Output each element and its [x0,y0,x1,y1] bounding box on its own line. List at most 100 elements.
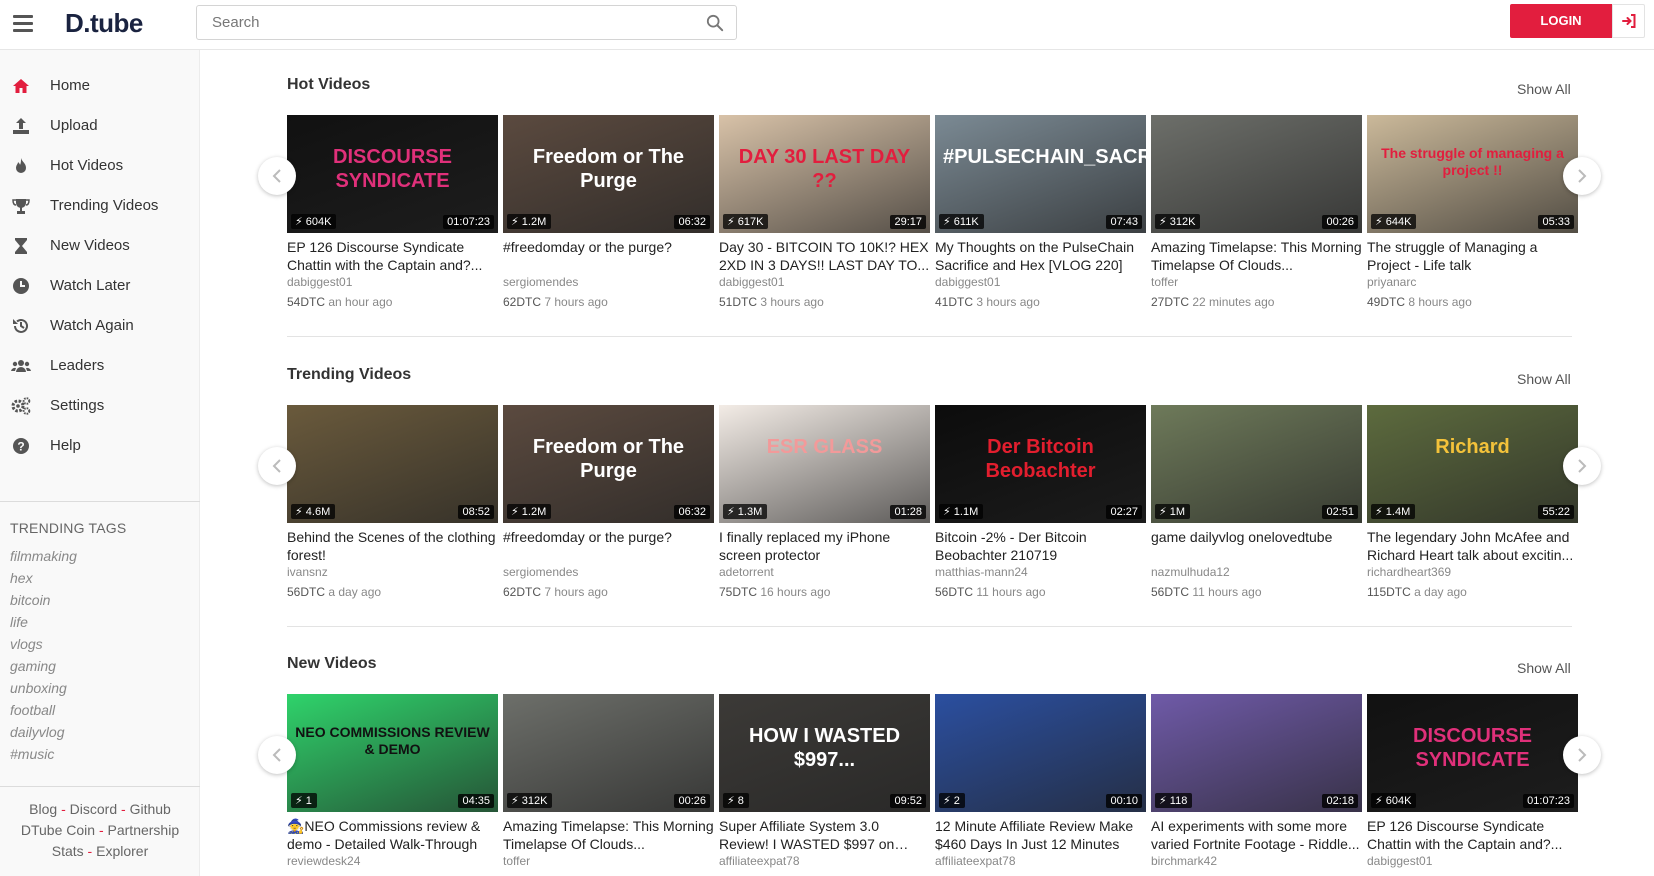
github-link[interactable]: Github [130,801,171,817]
video-author[interactable]: sergiomendes [503,275,714,289]
video-thumbnail[interactable]: #PULSECHAIN_SACRIFICE ⚡ 611K 07:43 [935,115,1146,233]
login-button[interactable]: LOGIN [1510,4,1612,38]
video-title[interactable]: 12 Minute Affiliate Review Make $460 Day… [935,817,1146,853]
video-card[interactable]: Richard ⚡ 1.4M 55:22 The legendary John McA… [1367,405,1578,599]
video-title[interactable]: AI experiments with some more varied For… [1151,817,1362,853]
sidebar-item-settings[interactable]: Settings [0,386,200,426]
tag-link[interactable]: life [10,614,28,630]
video-title[interactable]: I finally replaced my iPhone screen prot… [719,528,930,564]
video-card[interactable]: ⚡ 4.6M 08:52 Behind the Scenes of the clot… [287,405,498,599]
video-author[interactable]: matthias-mann24 [935,565,1146,579]
video-author[interactable]: birchmark42 [1151,854,1362,868]
video-card[interactable]: NEO COMMISSIONS REVIEW & DEMO ⚡ 1 04:35 🧙NE… [287,694,498,868]
search-icon[interactable] [706,14,724,32]
video-thumbnail[interactable]: ⚡ 118 02:18 [1151,694,1362,812]
show-all-button[interactable]: Show All [1517,81,1571,97]
sidebar-item-leaders[interactable]: Leaders [0,346,200,386]
video-thumbnail[interactable]: Freedom or The Purge ⚡ 1.2M 06:32 [503,115,714,233]
video-title[interactable]: game dailyvlog onelovedtube [1151,528,1362,564]
video-author[interactable]: dabiggest01 [287,275,498,289]
video-thumbnail[interactable]: ⚡ 312K 00:26 [503,694,714,812]
tag-link[interactable]: football [10,702,55,718]
search-input[interactable] [197,6,677,39]
video-card[interactable]: #PULSECHAIN_SACRIFICE ⚡ 611K 07:43 My Thoug… [935,115,1146,309]
show-all-button[interactable]: Show All [1517,660,1571,676]
video-author[interactable]: nazmulhuda12 [1151,565,1362,579]
sidebar-item-upload[interactable]: Upload [0,106,200,146]
video-card[interactable]: ⚡ 312K 00:26 Amazing Timelapse: This Morni… [1151,115,1362,309]
video-author[interactable]: dabiggest01 [719,275,930,289]
video-thumbnail[interactable]: ⚡ 2 00:10 [935,694,1146,812]
video-author[interactable]: adetorrent [719,565,930,579]
sidebar-item-trending-videos[interactable]: Trending Videos [0,186,200,226]
sidebar-item-watch-later[interactable]: Watch Later [0,266,200,306]
discord-link[interactable]: Discord [70,801,117,817]
video-author[interactable]: toffer [1151,275,1362,289]
video-author[interactable]: affiliateexpat78 [719,854,930,868]
video-title[interactable]: Day 30 - BITCOIN TO 10K!? HEX 2XD IN 3 D… [719,238,930,274]
dtube-logo[interactable]: D.tube [65,8,143,39]
tag-link[interactable]: vlogs [10,636,43,652]
video-thumbnail[interactable]: ⚡ 312K 00:26 [1151,115,1362,233]
video-thumbnail[interactable]: HOW I WASTED $997... ⚡ 8 09:52 [719,694,930,812]
video-title[interactable]: Amazing Timelapse: This Morning Timelaps… [503,817,714,853]
show-all-button[interactable]: Show All [1517,371,1571,387]
video-thumbnail[interactable]: Der Bitcoin Beobachter ⚡ 1.1M 02:27 [935,405,1146,523]
video-title[interactable]: Behind the Scenes of the clothing forest… [287,528,498,564]
video-author[interactable]: sergiomendes [503,565,714,579]
sidebar-item-new-videos[interactable]: New Videos [0,226,200,266]
video-thumbnail[interactable]: DISCOURSE SYNDICATE ⚡ 604K 01:07:23 [1367,694,1578,812]
video-card[interactable]: Freedom or The Purge ⚡ 1.2M 06:32 #freedomd… [503,405,714,599]
video-author[interactable]: dabiggest01 [935,275,1146,289]
video-card[interactable]: ESR GLASS ⚡ 1.3M 01:28 I finally replaced m… [719,405,930,599]
video-author[interactable]: ivansnz [287,565,498,579]
video-title[interactable]: Super Affiliate System 3.0 Review! I WAS… [719,817,930,853]
tag-link[interactable]: dailyvlog [10,724,64,740]
video-thumbnail[interactable]: ⚡ 1M 02:51 [1151,405,1362,523]
video-thumbnail[interactable]: DAY 30 LAST DAY ?? ⚡ 617K 29:17 [719,115,930,233]
video-card[interactable]: The struggle of managing a project !! ⚡ 6… [1367,115,1578,309]
video-author[interactable]: richardheart369 [1367,565,1578,579]
video-author[interactable]: dabiggest01 [1367,854,1578,868]
tag-link[interactable]: #music [10,746,54,762]
carousel-prev-button[interactable] [258,157,296,195]
video-title[interactable]: #freedomday or the purge? [503,238,714,274]
video-thumbnail[interactable]: NEO COMMISSIONS REVIEW & DEMO ⚡ 1 04:35 [287,694,498,812]
video-title[interactable]: EP 126 Discourse Syndicate Chattin with … [287,238,498,274]
video-thumbnail[interactable]: ⚡ 4.6M 08:52 [287,405,498,523]
partnership-link[interactable]: Partnership [108,822,180,838]
video-title[interactable]: The legendary John McAfee and Richard He… [1367,528,1578,564]
menu-icon[interactable] [13,15,33,32]
video-card[interactable]: DISCOURSE SYNDICATE ⚡ 604K 01:07:23 EP 126 … [287,115,498,309]
explorer-link[interactable]: Explorer [96,843,148,859]
tag-link[interactable]: gaming [10,658,56,674]
video-card[interactable]: ⚡ 118 02:18 AI experiments with some more … [1151,694,1362,868]
carousel-next-button[interactable] [1563,157,1601,195]
video-card[interactable]: ⚡ 1M 02:51 game dailyvlog onelovedtube nazm… [1151,405,1362,599]
video-card[interactable]: HOW I WASTED $997... ⚡ 8 09:52 Super Affili… [719,694,930,868]
video-title[interactable]: Bitcoin -2% - Der Bitcoin Beobachter 210… [935,528,1146,564]
video-author[interactable]: affiliateexpat78 [935,854,1146,868]
video-thumbnail[interactable]: The struggle of managing a project !! ⚡ 6… [1367,115,1578,233]
carousel-next-button[interactable] [1563,736,1601,774]
video-thumbnail[interactable]: Richard ⚡ 1.4M 55:22 [1367,405,1578,523]
video-author[interactable]: priyanarc [1367,275,1578,289]
carousel-next-button[interactable] [1563,447,1601,485]
video-card[interactable]: Freedom or The Purge ⚡ 1.2M 06:32 #freedomd… [503,115,714,309]
tag-link[interactable]: hex [10,570,33,586]
video-card[interactable]: DAY 30 LAST DAY ?? ⚡ 617K 29:17 Day 30 - BI… [719,115,930,309]
tag-link[interactable]: filmmaking [10,548,77,564]
stats-link[interactable]: Stats [52,843,84,859]
blog-link[interactable]: Blog [29,801,57,817]
video-card[interactable]: ⚡ 312K 00:26 Amazing Timelapse: This Morni… [503,694,714,868]
video-title[interactable]: 🧙NEO Commissions review & demo - Detaile… [287,817,498,853]
video-title[interactable]: My Thoughts on the PulseChain Sacrifice … [935,238,1146,274]
video-title[interactable]: #freedomday or the purge? [503,528,714,564]
sidebar-item-watch-again[interactable]: Watch Again [0,306,200,346]
video-card[interactable]: Der Bitcoin Beobachter ⚡ 1.1M 02:27 Bitcoin… [935,405,1146,599]
video-author[interactable]: toffer [503,854,714,868]
video-card[interactable]: ⚡ 2 00:10 12 Minute Affiliate Review Make … [935,694,1146,868]
sidebar-item-home[interactable]: Home [0,66,200,106]
sidebar-item-help[interactable]: ? Help [0,426,200,466]
video-title[interactable]: EP 126 Discourse Syndicate Chattin with … [1367,817,1578,853]
